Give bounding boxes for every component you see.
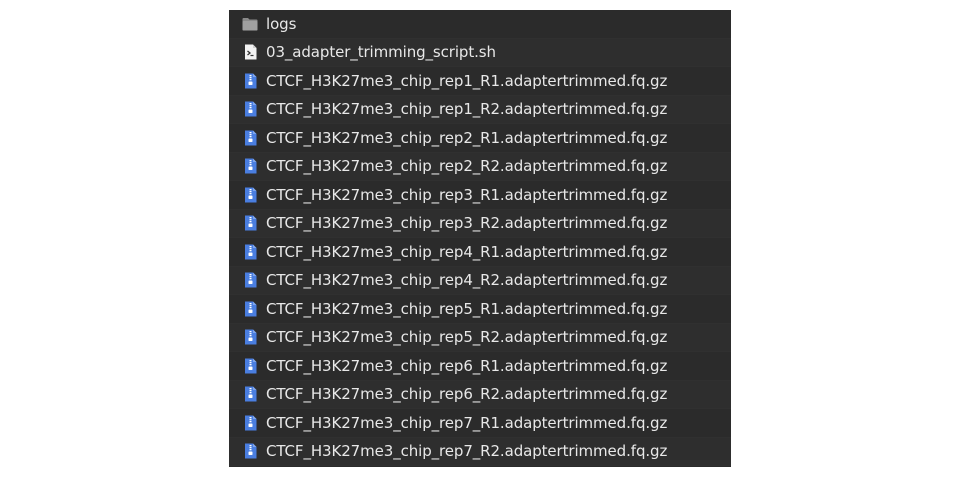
archive-file-icon (242, 130, 258, 146)
archive-file-icon (242, 215, 258, 231)
archive-file-icon (242, 73, 258, 89)
archive-file-icon (242, 101, 258, 117)
archive-file-icon (242, 187, 258, 203)
file-name: CTCF_H3K27me3_chip_rep2_R2.adaptertrimme… (266, 157, 668, 176)
file-name: CTCF_H3K27me3_chip_rep7_R2.adaptertrimme… (266, 442, 668, 461)
list-item-archive[interactable]: CTCF_H3K27me3_chip_rep4_R1.adaptertrimme… (229, 238, 731, 267)
folder-icon (242, 16, 258, 32)
list-item-archive[interactable]: CTCF_H3K27me3_chip_rep6_R1.adaptertrimme… (229, 352, 731, 381)
archive-file-icon (242, 158, 258, 174)
archive-file-icon (242, 301, 258, 317)
list-item-archive[interactable]: CTCF_H3K27me3_chip_rep3_R1.adaptertrimme… (229, 181, 731, 210)
list-item-script[interactable]: 03_adapter_trimming_script.sh (229, 38, 731, 67)
file-name: CTCF_H3K27me3_chip_rep2_R1.adaptertrimme… (266, 128, 668, 147)
archive-file-icon (242, 329, 258, 345)
list-item-archive[interactable]: CTCF_H3K27me3_chip_rep6_R2.adaptertrimme… (229, 380, 731, 409)
list-item-archive[interactable]: CTCF_H3K27me3_chip_rep4_R2.adaptertrimme… (229, 266, 731, 295)
archive-file-icon (242, 358, 258, 374)
list-item-archive[interactable]: CTCF_H3K27me3_chip_rep3_R2.adaptertrimme… (229, 209, 731, 238)
list-item-folder[interactable]: logs (229, 10, 731, 39)
file-list: logs 03_adapter_trimming_script.sh CTCF_… (229, 10, 731, 467)
list-item-archive[interactable]: CTCF_H3K27me3_chip_rep2_R2.adaptertrimme… (229, 152, 731, 181)
list-item-archive[interactable]: CTCF_H3K27me3_chip_rep5_R1.adaptertrimme… (229, 295, 731, 324)
archive-file-icon (242, 244, 258, 260)
file-name: CTCF_H3K27me3_chip_rep4_R2.adaptertrimme… (266, 271, 668, 290)
file-name: CTCF_H3K27me3_chip_rep6_R2.adaptertrimme… (266, 385, 668, 404)
script-file-icon (242, 44, 258, 60)
list-item-archive[interactable]: CTCF_H3K27me3_chip_rep2_R1.adaptertrimme… (229, 124, 731, 153)
file-name: logs (266, 14, 297, 33)
archive-file-icon (242, 443, 258, 459)
file-name: CTCF_H3K27me3_chip_rep4_R1.adaptertrimme… (266, 242, 668, 261)
file-name: CTCF_H3K27me3_chip_rep3_R1.adaptertrimme… (266, 185, 668, 204)
archive-file-icon (242, 272, 258, 288)
archive-file-icon (242, 415, 258, 431)
list-item-archive[interactable]: CTCF_H3K27me3_chip_rep7_R2.adaptertrimme… (229, 437, 731, 466)
file-name: CTCF_H3K27me3_chip_rep1_R2.adaptertrimme… (266, 100, 668, 119)
list-item-archive[interactable]: CTCF_H3K27me3_chip_rep7_R1.adaptertrimme… (229, 409, 731, 438)
file-name: CTCF_H3K27me3_chip_rep3_R2.adaptertrimme… (266, 214, 668, 233)
file-name: CTCF_H3K27me3_chip_rep5_R2.adaptertrimme… (266, 328, 668, 347)
archive-file-icon (242, 386, 258, 402)
file-name: CTCF_H3K27me3_chip_rep7_R1.adaptertrimme… (266, 413, 668, 432)
file-name: CTCF_H3K27me3_chip_rep5_R1.adaptertrimme… (266, 299, 668, 318)
file-name: CTCF_H3K27me3_chip_rep1_R1.adaptertrimme… (266, 71, 668, 90)
file-name: CTCF_H3K27me3_chip_rep6_R1.adaptertrimme… (266, 356, 668, 375)
file-name: 03_adapter_trimming_script.sh (266, 43, 496, 62)
list-item-archive[interactable]: CTCF_H3K27me3_chip_rep5_R2.adaptertrimme… (229, 323, 731, 352)
list-item-archive[interactable]: CTCF_H3K27me3_chip_rep1_R1.adaptertrimme… (229, 67, 731, 96)
list-item-archive[interactable]: CTCF_H3K27me3_chip_rep1_R2.adaptertrimme… (229, 95, 731, 124)
